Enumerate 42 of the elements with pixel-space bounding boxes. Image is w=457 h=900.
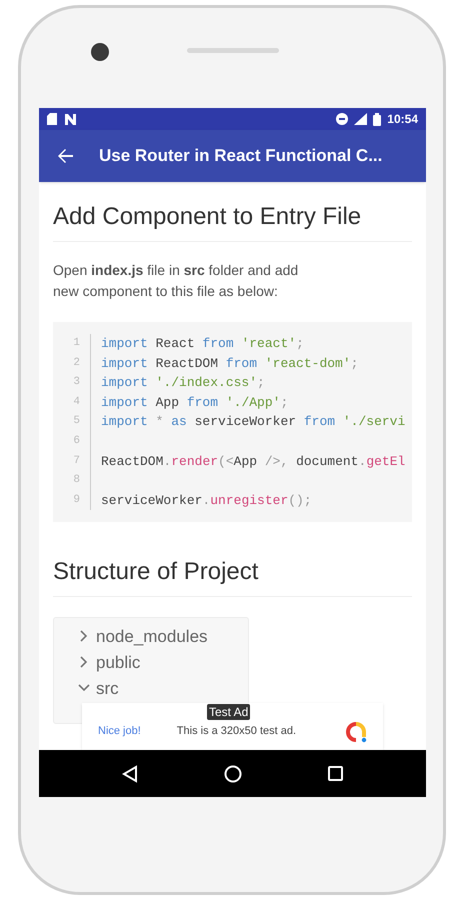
battery-icon <box>373 112 382 126</box>
line-number: 1 <box>53 334 91 354</box>
line-number: 4 <box>53 392 91 412</box>
section-heading: Add Component to Entry File <box>53 182 412 242</box>
ad-badge: Test Ad <box>207 704 250 720</box>
ad-text: This is a 320x50 test ad. <box>176 724 296 740</box>
code-line: import * as serviceWorker from './servi <box>100 413 406 432</box>
recents-icon[interactable] <box>328 766 343 781</box>
ad-headline: Nice job! <box>98 724 141 740</box>
clock: 10:54 <box>387 111 418 128</box>
line-number: 2 <box>53 354 91 374</box>
code-line: import React from 'react'; <box>100 335 304 353</box>
line-number: 9 <box>53 490 91 510</box>
app-bar-title: Use Router in React Functional C... <box>99 145 382 168</box>
line-number: 3 <box>53 373 91 393</box>
camera-icon <box>91 43 109 61</box>
back-icon[interactable] <box>122 764 138 782</box>
home-icon[interactable] <box>224 764 242 782</box>
paragraph: Open index.js file in src folder and add new component to this file as below: <box>53 261 300 301</box>
chevron-right-icon <box>80 656 88 668</box>
code-line: ReactDOM.render(<App />, document.getEl <box>100 452 406 471</box>
line-number: 5 <box>53 412 91 432</box>
section-heading: Structure of Project <box>53 522 412 598</box>
line-number: 7 <box>53 452 91 472</box>
sd-card-icon <box>47 113 57 125</box>
code-line: import App from './App'; <box>100 394 288 412</box>
code-line: import './index.css'; <box>100 374 265 392</box>
tree-item[interactable]: src <box>54 677 248 700</box>
code-line: import ReactDOM from 'react-dom'; <box>100 354 358 373</box>
signal-icon <box>354 113 368 125</box>
tree-item[interactable]: node_modules <box>54 625 248 648</box>
do-not-disturb-icon <box>336 113 348 125</box>
line-number: 8 <box>53 471 91 491</box>
ad-logo-icon <box>345 720 367 742</box>
code-line: serviceWorker.unregister(); <box>100 492 312 510</box>
chevron-right-icon <box>80 630 88 642</box>
line-number: 6 <box>53 432 91 452</box>
back-arrow-icon[interactable] <box>57 149 73 163</box>
notification-n-icon <box>65 114 76 124</box>
tree-item[interactable]: public <box>54 651 248 674</box>
speaker-icon <box>187 48 279 53</box>
chevron-down-icon <box>78 684 90 692</box>
